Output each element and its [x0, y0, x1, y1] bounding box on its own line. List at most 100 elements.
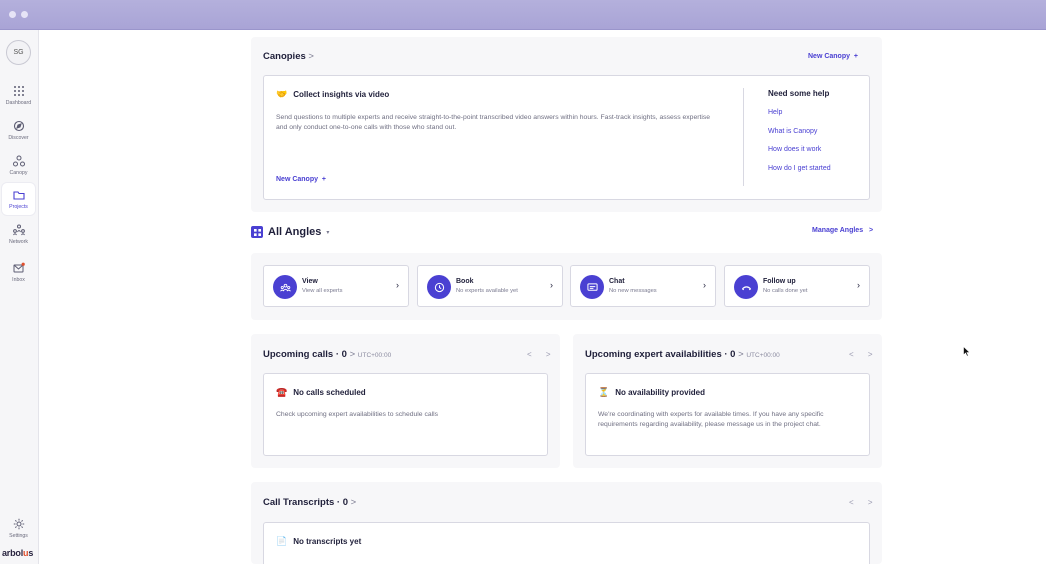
- sidebar-item-settings[interactable]: Settings: [2, 512, 35, 544]
- arbolus-logo: arbolus: [2, 548, 33, 558]
- window-minimize-dot[interactable]: [21, 11, 28, 18]
- sidebar-item-projects[interactable]: Projects: [2, 183, 35, 215]
- canopy-card-body: Send questions to multiple experts and r…: [276, 114, 711, 131]
- all-angles-title: All Angles: [268, 226, 322, 238]
- availabilities-panel: Upcoming expert availabilities · 0 > UTC…: [573, 334, 882, 468]
- availability-pager-arrows[interactable]: < >: [849, 350, 879, 359]
- experts-icon: [273, 275, 297, 299]
- canopy-card-title: 🤝 Collect insights via video: [276, 89, 389, 100]
- sidebar-item-dashboard[interactable]: Dashboard: [2, 79, 35, 111]
- logo-text-start: arbol: [2, 548, 24, 558]
- timezone-label: UTC+00:00: [357, 352, 392, 359]
- mouse-cursor-icon: [963, 346, 971, 357]
- no-transcripts-title: 📄 No transcripts yet: [276, 536, 361, 547]
- canopy-icon: [12, 155, 25, 166]
- canopies-title[interactable]: Canopies >: [263, 51, 314, 62]
- how-does-it-work-link[interactable]: How does it work: [768, 146, 821, 153]
- how-do-i-get-started-link[interactable]: How do I get started: [768, 165, 831, 172]
- no-calls-body: Check upcoming expert availabilities to …: [276, 411, 439, 418]
- action-sub: No calls done yet: [763, 288, 808, 294]
- handshake-icon: 🤝: [276, 89, 288, 99]
- chevron-right-icon: ›: [396, 280, 399, 290]
- sidebar-item-label: Canopy: [9, 169, 28, 176]
- action-sub: View all experts: [302, 288, 343, 294]
- follow-up-button[interactable]: Follow up No calls done yet ›: [724, 265, 870, 307]
- book-experts-button[interactable]: Book No experts available yet ›: [417, 265, 563, 307]
- sidebar-item-network[interactable]: Network: [2, 218, 35, 250]
- logo-text-end: s: [28, 548, 34, 558]
- view-experts-button[interactable]: View View all experts ›: [263, 265, 409, 307]
- chevron-right-icon: >: [350, 497, 357, 508]
- manage-angles-button[interactable]: Manage Angles >: [812, 227, 873, 234]
- folder-icon: [12, 190, 25, 200]
- sidebar-item-inbox[interactable]: Inbox: [2, 256, 35, 288]
- chevron-right-icon: ›: [857, 280, 860, 290]
- action-sub: No experts available yet: [456, 288, 518, 294]
- no-transcripts-card: 📄 No transcripts yet: [263, 522, 870, 564]
- plus-icon: +: [321, 176, 326, 183]
- new-canopy-label: New Canopy: [276, 176, 319, 183]
- window-titlebar: [0, 0, 1046, 30]
- no-transcripts-title-text: No transcripts yet: [293, 537, 362, 546]
- chat-button[interactable]: Chat No new messages ›: [570, 265, 716, 307]
- card-divider: [743, 88, 744, 186]
- hourglass-icon: ⏳: [598, 387, 610, 397]
- no-availability-body: We're coordinating with experts for avai…: [598, 411, 824, 428]
- transcripts-panel: Call Transcripts · 0 > < > 📄 No transcri…: [251, 482, 882, 564]
- help-link[interactable]: Help: [768, 109, 782, 116]
- caret-down-icon: ▾: [326, 229, 330, 236]
- grid-icon: [13, 85, 24, 96]
- sidebar-item-discover[interactable]: Discover: [2, 114, 35, 146]
- no-calls-card: ☎️ No calls scheduled Check upcoming exp…: [263, 373, 548, 456]
- window-close-dot[interactable]: [9, 11, 16, 18]
- availabilities-title-text: Upcoming expert availabilities · 0: [585, 349, 736, 360]
- upcoming-calls-title[interactable]: Upcoming calls · 0 > UTC+00:00: [263, 349, 391, 360]
- no-availability-card: ⏳ No availability provided We're coordin…: [585, 373, 870, 456]
- angles-grid-icon: [251, 226, 263, 238]
- no-calls-title-text: No calls scheduled: [293, 388, 366, 397]
- discover-icon: [13, 120, 24, 131]
- transcripts-title[interactable]: Call Transcripts · 0 >: [263, 497, 356, 508]
- sidebar-item-label: Settings: [9, 532, 28, 539]
- transcripts-title-text: Call Transcripts · 0: [263, 497, 349, 508]
- no-availability-title-text: No availability provided: [615, 388, 706, 397]
- canopy-card-title-text: Collect insights via video: [293, 90, 390, 99]
- chevron-right-icon: >: [308, 51, 314, 62]
- phone-icon: ☎️: [276, 387, 288, 397]
- help-title: Need some help: [768, 89, 830, 98]
- action-label: Chat: [609, 278, 625, 285]
- upcoming-calls-panel: Upcoming calls · 0 > UTC+00:00 < > ☎️ No…: [251, 334, 560, 468]
- action-label: Follow up: [763, 278, 796, 285]
- new-canopy-card-button[interactable]: New Canopy +: [276, 176, 326, 183]
- chat-icon: [580, 275, 604, 299]
- canopies-title-text: Canopies: [263, 51, 306, 62]
- availabilities-title[interactable]: Upcoming expert availabilities · 0 > UTC…: [585, 349, 780, 360]
- sidebar-item-label: Projects: [9, 203, 28, 210]
- transcripts-pager-arrows[interactable]: < >: [849, 498, 879, 507]
- action-label: Book: [456, 278, 474, 285]
- sidebar-item-label: Network: [8, 238, 29, 245]
- no-calls-title: ☎️ No calls scheduled: [276, 387, 366, 398]
- sidebar-item-canopy[interactable]: Canopy: [2, 149, 35, 181]
- sidebar: SG Dashboard Discover Canopy Projects Ne…: [0, 30, 39, 564]
- what-is-canopy-link[interactable]: What is Canopy: [768, 128, 817, 135]
- chevron-right-icon: >: [868, 227, 874, 234]
- chevron-right-icon: ›: [703, 280, 706, 290]
- clock-icon: [427, 275, 451, 299]
- canopies-panel: Canopies > New Canopy + 🤝 Collect insigh…: [251, 37, 882, 212]
- canopy-info-card: 🤝 Collect insights via video Send questi…: [263, 75, 870, 200]
- chevron-right-icon: ›: [550, 280, 553, 290]
- action-sub: No new messages: [609, 288, 657, 294]
- no-availability-title: ⏳ No availability provided: [598, 387, 705, 398]
- mail-icon: [13, 262, 25, 272]
- manage-angles-label: Manage Angles: [812, 227, 864, 234]
- avatar[interactable]: SG: [6, 40, 31, 65]
- sidebar-item-label: Inbox: [12, 276, 25, 283]
- new-canopy-header-button[interactable]: New Canopy +: [808, 53, 858, 60]
- all-angles-dropdown[interactable]: All Angles ▾: [251, 226, 329, 238]
- document-icon: 📄: [276, 536, 288, 546]
- sidebar-item-label: Dashboard: [5, 99, 32, 106]
- phone-hangup-icon: [734, 275, 758, 299]
- network-icon: [12, 224, 25, 235]
- calls-pager-arrows[interactable]: < >: [527, 350, 557, 359]
